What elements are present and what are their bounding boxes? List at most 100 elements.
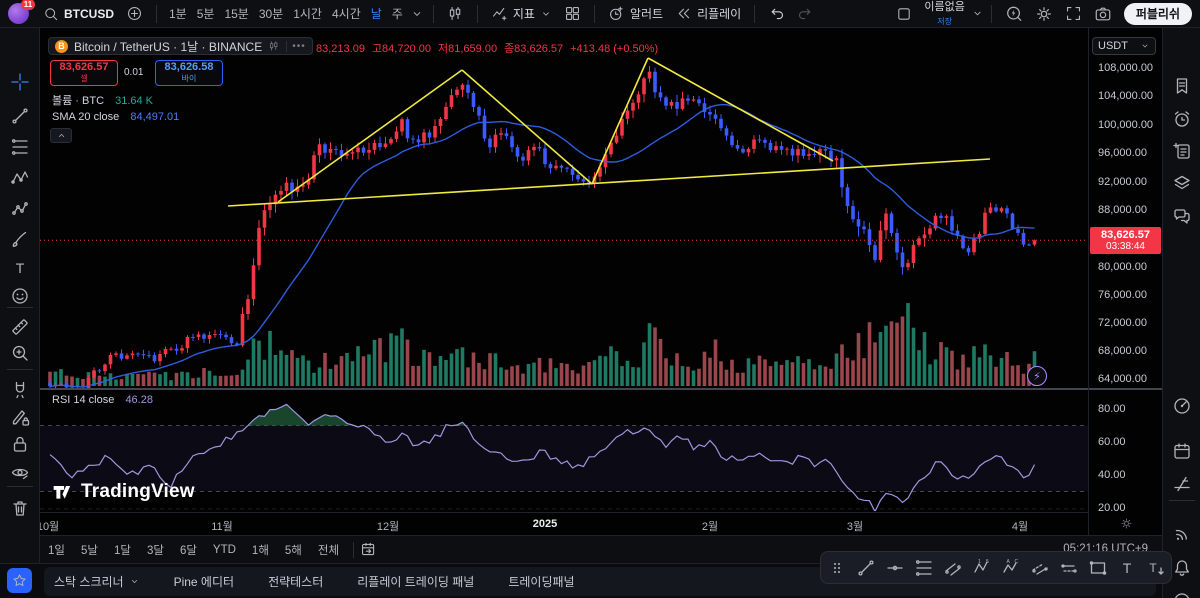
trendline-tool-icon[interactable] bbox=[10, 106, 30, 126]
handle-draw-icon[interactable] bbox=[827, 558, 847, 578]
axis-settings-icon[interactable] bbox=[1120, 517, 1133, 530]
ruler-tool-icon[interactable] bbox=[10, 317, 30, 337]
footer-tab-4[interactable]: 리플레이 트레이딩 패널 bbox=[357, 573, 474, 590]
sell-button[interactable]: 83,626.57 셀 bbox=[50, 60, 118, 86]
brush-tool-icon[interactable] bbox=[10, 229, 30, 249]
user-avatar[interactable]: 11 bbox=[8, 3, 29, 24]
range-1해[interactable]: 1해 bbox=[244, 542, 277, 558]
abc-draw-icon[interactable]: AC bbox=[1001, 558, 1021, 578]
range-1달[interactable]: 1달 bbox=[106, 542, 139, 558]
drawing-toolbar: T bbox=[0, 28, 40, 563]
interval-chevron-icon[interactable] bbox=[408, 2, 426, 26]
range-전체[interactable]: 전체 bbox=[310, 542, 347, 558]
layout-save-button[interactable]: 이름없음 저장 bbox=[918, 2, 970, 26]
multichart-checkbox-icon[interactable] bbox=[890, 2, 918, 26]
footer-tab-1[interactable]: 스탁 스크리너 bbox=[54, 573, 140, 590]
price-chart-canvas[interactable] bbox=[0, 0, 1200, 598]
text-draw-icon[interactable]: T bbox=[1117, 558, 1137, 578]
trash-tool-icon[interactable] bbox=[10, 498, 30, 518]
range-3달[interactable]: 3달 bbox=[139, 542, 172, 558]
zoomplus-tool-icon[interactable] bbox=[10, 343, 30, 363]
dchannel2-draw-icon[interactable] bbox=[1059, 558, 1079, 578]
pane-separator[interactable] bbox=[40, 388, 1162, 390]
alert-button[interactable]: 알러트 bbox=[602, 2, 669, 26]
watchlist-panel-icon[interactable] bbox=[1172, 76, 1192, 96]
fib-draw-icon[interactable] bbox=[914, 558, 934, 578]
emoji-tool-icon[interactable] bbox=[10, 286, 30, 306]
favorites-star-button[interactable] bbox=[7, 568, 32, 593]
chart-style-icon[interactable] bbox=[441, 2, 470, 26]
text-tool-icon[interactable]: T bbox=[10, 258, 30, 278]
bell-panel-icon[interactable] bbox=[1172, 558, 1192, 578]
volume-legend-row[interactable]: 볼륨 · BTC 31.64 K bbox=[52, 92, 153, 108]
legend-candle-icon bbox=[268, 40, 280, 52]
buy-button[interactable]: 83,626.58 바이 bbox=[155, 60, 223, 86]
range-5날[interactable]: 5날 bbox=[73, 542, 106, 558]
fib-tool-icon[interactable] bbox=[10, 137, 30, 157]
notesplus-panel-icon[interactable] bbox=[1172, 141, 1192, 161]
chat-panel-icon[interactable] bbox=[1172, 206, 1192, 226]
redo-icon[interactable] bbox=[791, 2, 820, 26]
symbol-legend[interactable]: B Bitcoin / TetherUS · 1날 · BINANCE ••• bbox=[48, 37, 313, 55]
interval-1분[interactable]: 1분 bbox=[164, 5, 192, 22]
alarm-panel-icon[interactable] bbox=[1172, 109, 1192, 129]
drawlock-tool-icon[interactable] bbox=[10, 407, 30, 427]
xabcd-tool-icon[interactable] bbox=[10, 168, 30, 188]
symbol-search-button[interactable]: BTCUSD bbox=[37, 2, 120, 26]
interval-30분[interactable]: 30분 bbox=[254, 5, 288, 22]
sma-legend-row[interactable]: SMA 20 close 84,497.01 bbox=[52, 111, 179, 123]
publish-button[interactable]: 퍼블리쉬 bbox=[1124, 3, 1192, 25]
crosshair-tool-icon[interactable] bbox=[10, 72, 30, 92]
magnet-tool-icon[interactable] bbox=[10, 379, 30, 399]
range-1일[interactable]: 1일 bbox=[40, 542, 73, 558]
lock-tool-icon[interactable] bbox=[10, 434, 30, 454]
dchannel-draw-icon[interactable] bbox=[1030, 558, 1050, 578]
chevron-down-icon[interactable] bbox=[971, 7, 984, 20]
time-axis[interactable]: 10월11월12월20252월3월4월 bbox=[40, 512, 1089, 535]
interval-4시간[interactable]: 4시간 bbox=[327, 5, 366, 22]
boost-lightning-icon[interactable]: ⚡ bbox=[1027, 366, 1047, 386]
footer-tab-label: 트레이딩패널 bbox=[508, 573, 574, 590]
price-axis[interactable]: USDT 83,626.57 03:38:44 108,000.00104,00… bbox=[1089, 28, 1162, 533]
eye-tool-icon[interactable] bbox=[10, 462, 30, 482]
price-axis-label: 76,000.00 bbox=[1098, 289, 1147, 301]
help-panel-icon[interactable]: ? bbox=[1172, 591, 1192, 598]
interval-날[interactable]: 날 bbox=[366, 5, 387, 22]
layout-grid-icon[interactable] bbox=[558, 2, 587, 26]
elliott-tool-icon[interactable] bbox=[10, 199, 30, 219]
range-5해[interactable]: 5해 bbox=[277, 542, 310, 558]
interval-5분[interactable]: 5분 bbox=[192, 5, 220, 22]
legend-collapse-button[interactable] bbox=[50, 128, 72, 143]
goto-date-icon[interactable] bbox=[360, 541, 377, 558]
footer-tab-3[interactable]: 전략테스터 bbox=[268, 573, 323, 590]
indicators-button[interactable]: 지표 bbox=[485, 2, 558, 26]
channel-draw-icon[interactable] bbox=[943, 558, 963, 578]
layers-panel-icon[interactable] bbox=[1172, 173, 1192, 193]
interval-주[interactable]: 주 bbox=[387, 5, 408, 22]
range-YTD[interactable]: YTD bbox=[205, 544, 244, 556]
footer-tab-5[interactable]: 트레이딩패널 bbox=[508, 573, 574, 590]
ideas-panel-icon[interactable] bbox=[1172, 473, 1192, 493]
interval-1시간[interactable]: 1시간 bbox=[288, 5, 327, 22]
compare-add-icon[interactable] bbox=[120, 2, 149, 26]
snapshot-camera-icon[interactable] bbox=[1088, 2, 1118, 26]
textanchor-draw-icon[interactable]: T bbox=[1146, 558, 1166, 578]
interval-15분[interactable]: 15분 bbox=[219, 5, 253, 22]
hline-draw-icon[interactable] bbox=[885, 558, 905, 578]
fullscreen-icon[interactable] bbox=[1059, 2, 1088, 26]
range-6달[interactable]: 6달 bbox=[172, 542, 205, 558]
undo-icon[interactable] bbox=[762, 2, 791, 26]
xabcd15-draw-icon[interactable]: 15 bbox=[972, 558, 992, 578]
quick-search-icon[interactable] bbox=[999, 2, 1029, 26]
hotlist-panel-icon[interactable] bbox=[1172, 396, 1192, 416]
recttool-draw-icon[interactable] bbox=[1088, 558, 1108, 578]
currency-select[interactable]: USDT bbox=[1092, 37, 1156, 55]
legend-more-button[interactable]: ••• bbox=[286, 41, 306, 52]
footer-tab-2[interactable]: Pine 에디터 bbox=[174, 573, 234, 590]
rsi-legend-row[interactable]: RSI 14 close 46.28 bbox=[52, 394, 153, 406]
calendar-panel-icon[interactable] bbox=[1172, 441, 1192, 461]
settings-gear-icon[interactable] bbox=[1029, 2, 1059, 26]
replay-button[interactable]: 리플레이 bbox=[669, 2, 747, 26]
streams-panel-icon[interactable] bbox=[1172, 524, 1192, 544]
trendline-draw-icon[interactable] bbox=[856, 558, 876, 578]
